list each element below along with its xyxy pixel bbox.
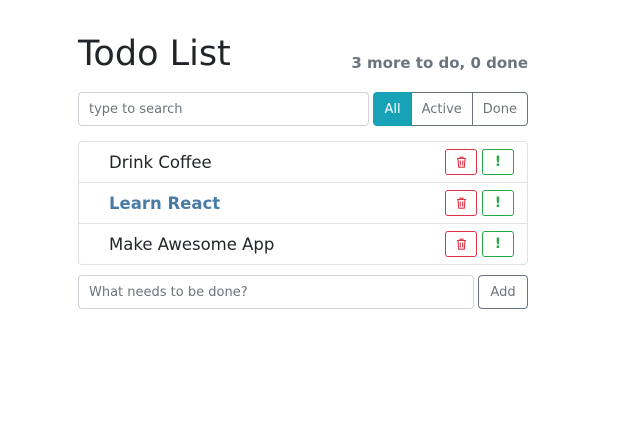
item-buttons: ! bbox=[445, 190, 514, 216]
todo-list: Drink Coffee ! Learn React ! Make Awesom… bbox=[78, 141, 528, 265]
exclamation-icon: ! bbox=[494, 236, 502, 252]
add-button[interactable]: Add bbox=[478, 275, 528, 309]
todo-label[interactable]: Make Awesome App bbox=[109, 235, 274, 254]
delete-button[interactable] bbox=[445, 231, 477, 257]
filter-button-group: All Active Done bbox=[373, 92, 528, 126]
filter-done-button[interactable]: Done bbox=[471, 92, 528, 126]
add-item-form: Add bbox=[78, 275, 528, 309]
exclamation-icon: ! bbox=[494, 195, 502, 211]
new-todo-input[interactable] bbox=[78, 275, 474, 309]
app-header: Todo List 3 more to do, 0 done bbox=[78, 28, 528, 76]
list-item: Learn React ! bbox=[79, 183, 527, 224]
filter-active-button[interactable]: Active bbox=[410, 92, 473, 126]
item-buttons: ! bbox=[445, 149, 514, 175]
delete-button[interactable] bbox=[445, 149, 477, 175]
mark-important-button[interactable]: ! bbox=[482, 231, 514, 257]
filter-all-button[interactable]: All bbox=[373, 92, 412, 126]
todo-label[interactable]: Learn React bbox=[109, 194, 220, 213]
todo-counter: 3 more to do, 0 done bbox=[351, 54, 528, 72]
trash-icon bbox=[456, 238, 466, 250]
todo-app: Todo List 3 more to do, 0 done All Activ… bbox=[78, 28, 528, 309]
exclamation-icon: ! bbox=[494, 154, 502, 170]
list-item: Make Awesome App ! bbox=[79, 224, 527, 264]
search-panel: All Active Done bbox=[78, 92, 528, 126]
todo-label[interactable]: Drink Coffee bbox=[109, 153, 212, 172]
trash-icon bbox=[456, 156, 466, 168]
mark-important-button[interactable]: ! bbox=[482, 190, 514, 216]
search-input[interactable] bbox=[78, 92, 370, 126]
page-title: Todo List bbox=[78, 34, 231, 74]
delete-button[interactable] bbox=[445, 190, 477, 216]
trash-icon bbox=[456, 197, 466, 209]
list-item: Drink Coffee ! bbox=[79, 142, 527, 183]
mark-important-button[interactable]: ! bbox=[482, 149, 514, 175]
item-buttons: ! bbox=[445, 231, 514, 257]
